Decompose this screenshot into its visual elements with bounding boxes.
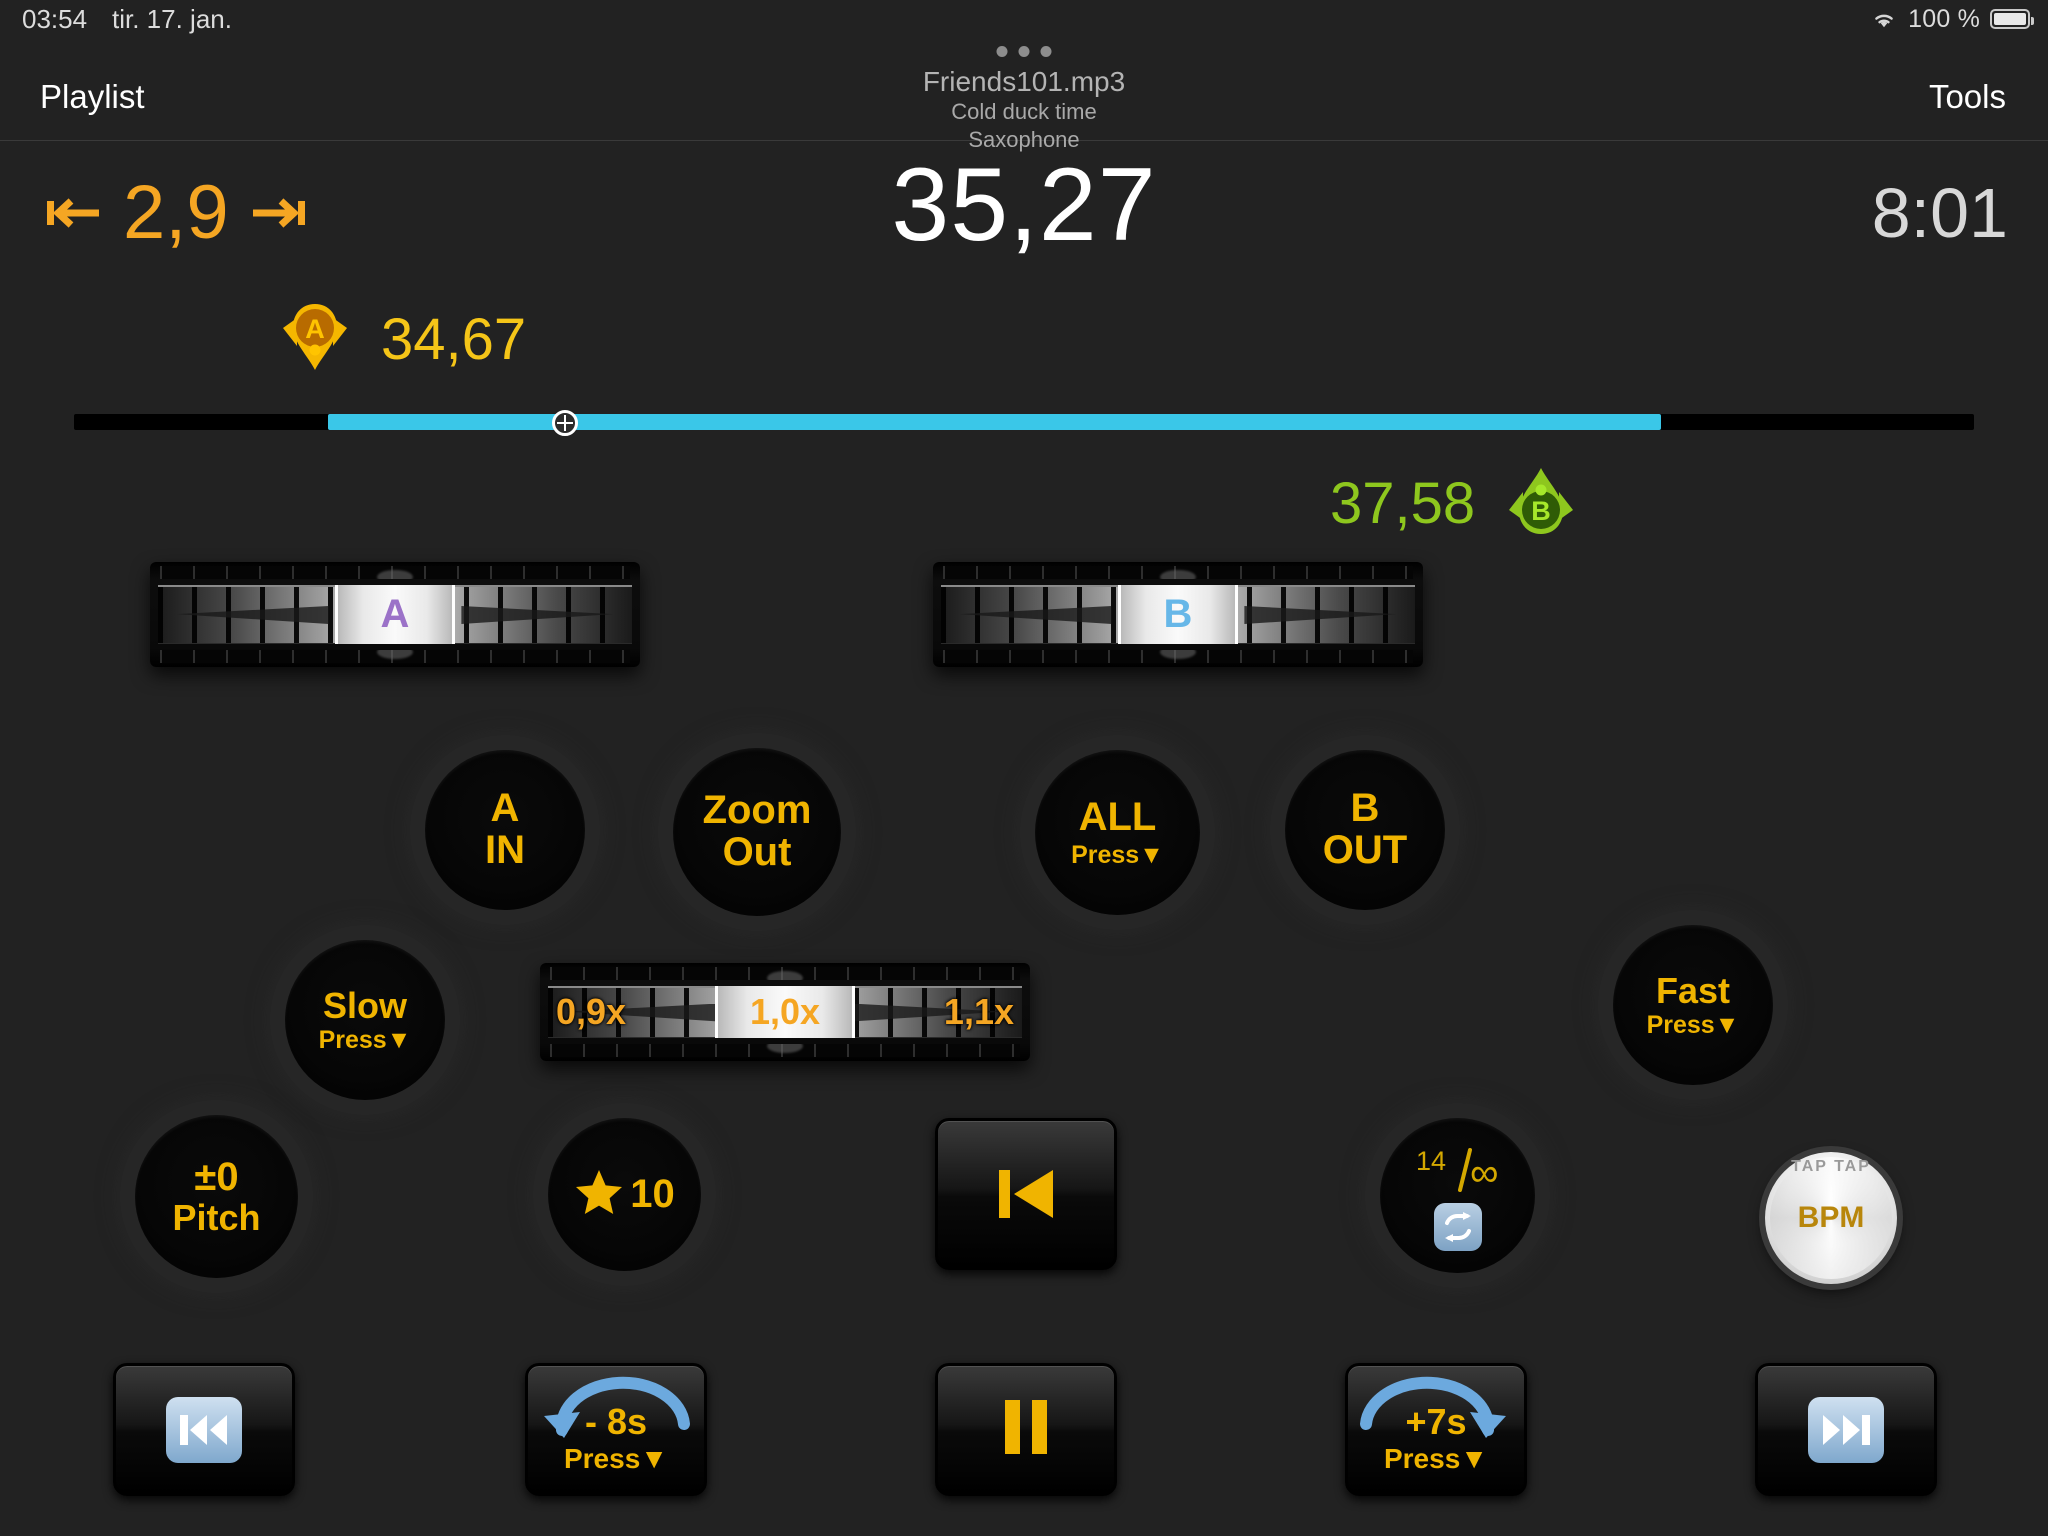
- pause-icon: [997, 1396, 1055, 1463]
- wheel-b-label: B: [1118, 585, 1238, 644]
- star-tempo-button[interactable]: 10: [548, 1118, 701, 1271]
- next-track-button[interactable]: [1755, 1363, 1937, 1496]
- all-line1: ALL: [1078, 795, 1157, 840]
- star-icon: [574, 1168, 624, 1221]
- marker-a-time-label: 34,67: [381, 306, 527, 372]
- marker-b-time-label: 37,58: [1330, 470, 1476, 536]
- wheel-a-label: A: [335, 585, 455, 644]
- skip-to-start-icon: [991, 1163, 1061, 1225]
- marker-a-pin-icon[interactable]: A: [275, 298, 355, 381]
- scroll-wheel-b[interactable]: B: [933, 562, 1423, 667]
- scroll-wheel-a[interactable]: A: [150, 562, 640, 667]
- loop-fraction-label: 14 ∞: [1404, 1140, 1512, 1207]
- b-out-line1: B: [1350, 786, 1380, 831]
- slow-line1: Slow: [322, 984, 407, 1026]
- loop-count-button[interactable]: 14 ∞: [1380, 1118, 1535, 1273]
- status-bar: 03:54 tir. 17. jan. 100 %: [0, 0, 2048, 38]
- wifi-icon: [1870, 9, 1898, 29]
- fast-press-label: Press▼: [1646, 1011, 1740, 1040]
- tempo-center-label: 1,0x: [715, 986, 855, 1038]
- tools-button[interactable]: Tools: [1929, 78, 2006, 116]
- slow-button[interactable]: Slow Press▼: [285, 940, 445, 1100]
- file-name-label: Friends101.mp3: [922, 66, 1126, 97]
- skip-forward-button[interactable]: +7s Press▼: [1345, 1363, 1527, 1496]
- playlist-button[interactable]: Playlist: [40, 78, 145, 116]
- skip-to-start-button[interactable]: [935, 1118, 1117, 1270]
- marker-b-row[interactable]: 37,58 B: [1330, 462, 1581, 545]
- all-press-label: Press▼: [1071, 840, 1164, 869]
- wheel-b-top-ticks: [943, 566, 1413, 579]
- zoom-out-button[interactable]: Zoom Out: [673, 748, 841, 916]
- pause-button[interactable]: [935, 1363, 1117, 1496]
- svg-text:A: A: [305, 314, 325, 344]
- app-screen: 03:54 tir. 17. jan. 100 % Playlist Tools…: [0, 0, 2048, 1536]
- pitch-line1: ±0: [194, 1154, 239, 1199]
- marker-b-pin-icon[interactable]: B: [1501, 462, 1581, 545]
- repeat-icon: [1433, 1202, 1482, 1251]
- zoom-out-line2: Out: [722, 830, 792, 874]
- bpm-tap-label: TAP TAP: [1791, 1158, 1871, 1175]
- skip-back-label: - 8s: [584, 1400, 648, 1442]
- current-position-display[interactable]: 35,27: [0, 150, 2048, 260]
- fast-line1: Fast: [1655, 969, 1731, 1011]
- svg-text:B: B: [1531, 496, 1551, 526]
- a-in-button[interactable]: A IN: [425, 750, 585, 910]
- tempo-wheel-top-ticks: [550, 967, 1020, 980]
- skip-back-button[interactable]: - 8s Press▼: [525, 1363, 707, 1496]
- progress-fill: [328, 414, 1661, 430]
- battery-percent-label: 100 %: [1908, 5, 1980, 33]
- marker-a-row[interactable]: A 34,67: [275, 298, 526, 381]
- slow-press-label: Press▼: [318, 1026, 412, 1055]
- tempo-wheel-bottom-ticks: [550, 1044, 1020, 1057]
- skip-forward-press-label: Press▼: [1383, 1442, 1488, 1474]
- tempo-wheel[interactable]: 0,9x 1,0x 1,1x: [540, 963, 1030, 1061]
- track-info: Friends101.mp3 Cold duck time Saxophone: [674, 66, 1374, 154]
- a-in-line2: IN: [485, 828, 525, 872]
- pitch-line2: Pitch: [172, 1196, 261, 1238]
- battery-full-icon: [1990, 9, 2034, 29]
- fast-button[interactable]: Fast Press▼: [1613, 925, 1773, 1085]
- track-title-label: Cold duck time: [951, 99, 1097, 124]
- wheel-b-bottom-ticks: [943, 650, 1413, 663]
- pitch-button[interactable]: ±0 Pitch: [135, 1115, 298, 1278]
- status-clock: 03:54: [22, 4, 88, 34]
- next-track-icon: [1808, 1396, 1884, 1463]
- a-in-line1: A: [490, 786, 520, 831]
- previous-track-button[interactable]: [113, 1363, 295, 1496]
- nav-bar: Playlist Tools Friends101.mp3 Cold duck …: [0, 38, 2048, 152]
- tempo-right-label: 1,1x: [943, 991, 1014, 1032]
- b-out-button[interactable]: B OUT: [1285, 750, 1445, 910]
- progress-bar[interactable]: [74, 410, 1974, 436]
- all-button[interactable]: ALL Press▼: [1035, 750, 1200, 915]
- progress-handle[interactable]: [552, 410, 578, 436]
- svg-text:∞: ∞: [1470, 1151, 1499, 1195]
- b-out-line2: OUT: [1322, 828, 1408, 872]
- status-date: tir. 17. jan.: [112, 4, 232, 34]
- bpm-label: BPM: [1797, 1201, 1865, 1234]
- more-dots-icon[interactable]: [996, 46, 1052, 57]
- svg-text:14: 14: [1416, 1146, 1446, 1176]
- skip-forward-label: +7s: [1405, 1400, 1467, 1442]
- tempo-left-label: 0,9x: [556, 991, 627, 1032]
- total-duration-display[interactable]: 8:01: [1872, 178, 2008, 248]
- skip-back-press-label: Press▼: [563, 1442, 668, 1474]
- wheel-a-bottom-ticks: [160, 650, 630, 663]
- zoom-out-line1: Zoom: [702, 788, 812, 833]
- previous-track-icon: [166, 1396, 242, 1463]
- star-count-label: 10: [630, 1171, 675, 1216]
- wheel-a-top-ticks: [160, 566, 630, 579]
- bpm-tap-button[interactable]: TAP TAP BPM: [1765, 1152, 1897, 1284]
